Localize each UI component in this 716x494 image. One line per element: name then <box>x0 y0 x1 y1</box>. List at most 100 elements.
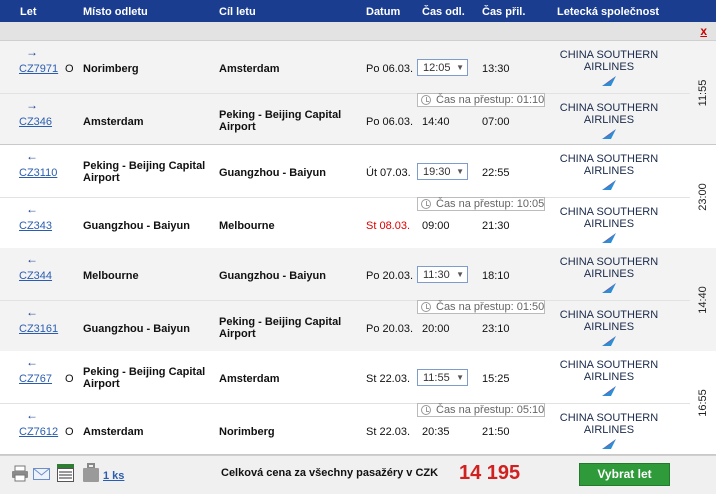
chevron-down-icon: ▼ <box>456 270 464 279</box>
col-dep: Čas odl. <box>422 6 465 18</box>
airline-label: CHINA SOUTHERN AIRLINES <box>559 102 659 126</box>
clock-icon <box>421 405 431 415</box>
baggage-count-link[interactable]: 1 ks <box>103 470 124 482</box>
flight-date: Po 20.03. <box>366 270 414 282</box>
china-southern-logo-icon <box>602 386 616 396</box>
flight-number-link[interactable]: CZ7612 <box>19 426 58 438</box>
flight-leg-row: → CZ346 Amsterdam Peking - Beijing Capital … <box>0 93 690 144</box>
operated-mark: O <box>65 426 74 438</box>
airline-label: CHINA SOUTHERN AIRLINES <box>559 256 659 280</box>
flight-leg-row: ← CZ343 Guangzhou - Baiyun Melbourne St 08.0… <box>0 197 690 248</box>
departure-place: Peking - Beijing Capital Airport <box>83 366 206 390</box>
trip-duration: 14:40 <box>692 280 714 320</box>
arrival-place: Amsterdam <box>219 373 280 385</box>
trip-duration-value: 16:55 <box>697 389 709 417</box>
trip-block: → CZ7971 O Norimberg Amsterdam Po 06.03. 12:05… <box>0 41 716 145</box>
airline-name: CHINA SOUTHERN AIRLINES <box>549 309 669 347</box>
transfer-time-text: Čas na přestup: 01:50 <box>436 301 545 313</box>
flight-number-link[interactable]: CZ3161 <box>19 323 58 335</box>
china-southern-logo-icon <box>602 129 616 139</box>
departure-time: 20:35 <box>422 426 450 438</box>
flight-leg-row: ← CZ3161 Guangzhou - Baiyun Peking - Beijin… <box>0 300 690 351</box>
arrival-time: 13:30 <box>482 63 510 75</box>
transfer-time-badge: Čas na přestup: 05:10 <box>417 403 545 417</box>
flight-leg-row: ← CZ767 O Peking - Beijing Capital Airport A… <box>0 351 690 402</box>
flight-number-link[interactable]: CZ346 <box>19 116 52 128</box>
arrival-place: Melbourne <box>219 220 275 232</box>
departure-place: Melbourne <box>83 270 139 282</box>
operated-mark: O <box>65 63 74 75</box>
trip-duration-value: 14:40 <box>697 286 709 314</box>
airline-label: CHINA SOUTHERN AIRLINES <box>559 49 659 73</box>
china-southern-logo-icon <box>602 283 616 293</box>
transfer-time-badge: Čas na přestup: 10:05 <box>417 197 545 211</box>
departure-place: Peking - Beijing Capital Airport <box>83 160 206 184</box>
select-flight-button[interactable]: Vybrat let <box>579 463 670 486</box>
departure-time: 20:00 <box>422 323 450 335</box>
departure-time-value: 11:55 <box>423 372 450 384</box>
direction-arrow-icon: → <box>26 45 38 59</box>
departure-time-select[interactable]: 12:05 ▼ <box>417 59 468 76</box>
departure-time-select[interactable]: 11:30 ▼ <box>417 266 468 283</box>
details-icon[interactable] <box>57 464 74 482</box>
airline-label: CHINA SOUTHERN AIRLINES <box>559 153 659 177</box>
flight-number-link[interactable]: CZ3110 <box>19 167 57 179</box>
flight-number-link[interactable]: CZ343 <box>19 220 52 232</box>
total-price-label: Celková cena za všechny pasažéry v CZK <box>221 467 439 479</box>
direction-arrow-icon: ← <box>26 408 38 422</box>
flight-date: St 22.03. <box>366 426 411 438</box>
direction-arrow-icon: ← <box>26 149 38 163</box>
chevron-down-icon: ▼ <box>456 373 464 382</box>
close-button[interactable]: x <box>700 24 707 38</box>
flight-date: Po 06.03. <box>366 63 414 75</box>
departure-time-select[interactable]: 19:30 ▼ <box>417 163 468 180</box>
arrival-time: 22:55 <box>482 167 510 179</box>
col-from: Místo odletu <box>83 6 148 18</box>
flight-leg-row: ← CZ3110 Peking - Beijing Capital Airport G… <box>0 145 690 196</box>
arrival-place: Amsterdam <box>219 63 280 75</box>
departure-place: Amsterdam <box>83 116 144 128</box>
transfer-time-badge: Čas na přestup: 01:10 <box>417 93 545 107</box>
arrival-time: 15:25 <box>482 373 510 385</box>
trip-duration-value: 23:00 <box>697 183 709 211</box>
departure-time-value: 12:05 <box>423 62 451 74</box>
arrival-place: Guangzhou - Baiyun <box>219 167 326 179</box>
footer-bar: 1 ks Celková cena za všechny pasažéry v … <box>0 455 716 494</box>
col-airline: Letecká společnost <box>557 6 660 18</box>
clock-icon <box>421 302 431 312</box>
transfer-time-badge: Čas na přestup: 01:50 <box>417 300 545 314</box>
china-southern-logo-icon <box>602 439 616 449</box>
trip-block: ← CZ767 O Peking - Beijing Capital Airport A… <box>0 351 716 455</box>
departure-place: Norimberg <box>83 63 139 75</box>
direction-arrow-icon: ← <box>26 202 38 216</box>
clock-icon <box>421 199 431 209</box>
flight-date: Út 07.03. <box>366 167 411 179</box>
trip-block: ← CZ344 Melbourne Guangzhou - Baiyun Po 20.0… <box>0 248 716 352</box>
flight-number-link[interactable]: CZ7971 <box>19 63 58 75</box>
arrival-place: Peking - Beijing Capital Airport <box>219 109 342 133</box>
print-icon[interactable] <box>11 465 29 482</box>
chevron-down-icon: ▼ <box>456 63 464 72</box>
arrival-time: 18:10 <box>482 270 510 282</box>
results-header: Let Místo odletu Cíl letu Datum Čas odl.… <box>0 0 716 22</box>
direction-arrow-icon: ← <box>26 305 38 319</box>
trip-duration-value: 11:55 <box>697 79 709 107</box>
departure-time-value: 11:30 <box>423 269 450 281</box>
airline-label: CHINA SOUTHERN AIRLINES <box>559 359 659 383</box>
operated-mark: O <box>65 373 74 385</box>
airline-label: CHINA SOUTHERN AIRLINES <box>559 309 659 333</box>
flight-leg-row: ← CZ7612 O Amsterdam Norimberg St 22.03. 20:35… <box>0 403 690 454</box>
flight-number-link[interactable]: CZ767 <box>19 373 52 385</box>
departure-time-select[interactable]: 11:55 ▼ <box>417 369 468 386</box>
flight-number-link[interactable]: CZ344 <box>19 270 52 282</box>
departure-place: Guangzhou - Baiyun <box>83 323 190 335</box>
total-price: 14 195 <box>459 462 521 484</box>
email-icon[interactable] <box>33 468 50 480</box>
direction-arrow-icon: ← <box>26 252 38 266</box>
arrival-time: 21:50 <box>482 426 510 438</box>
airline-label: CHINA SOUTHERN AIRLINES <box>559 206 659 230</box>
col-flight: Let <box>20 6 37 18</box>
arrival-time: 23:10 <box>482 323 510 335</box>
arrival-place: Peking - Beijing Capital Airport <box>219 316 342 340</box>
departure-time-value: 19:30 <box>423 166 451 178</box>
